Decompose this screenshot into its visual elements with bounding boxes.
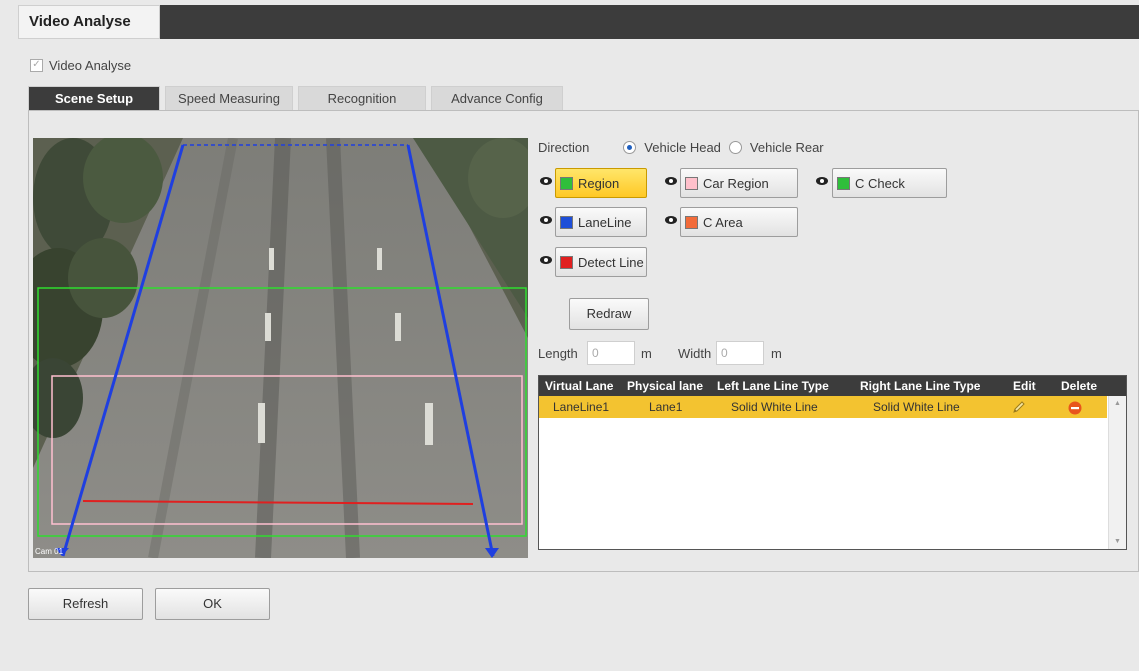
table-header: Virtual Lane Physical lane Left Lane Lin… [539, 376, 1126, 396]
c-area-button[interactable]: C Area [680, 207, 798, 237]
vehicle-rear-radio[interactable] [728, 141, 742, 154]
vehicle-head-label: Vehicle Head [644, 140, 721, 155]
c-check-swatch [837, 176, 850, 190]
edit-pencil-icon[interactable] [1011, 399, 1027, 422]
scroll-up-arrow-icon[interactable]: ▲ [1114, 400, 1121, 407]
car-region-label: Car Region [703, 175, 769, 191]
eye-icon[interactable] [540, 256, 552, 264]
width-unit: m [771, 346, 782, 361]
laneline-swatch [560, 215, 573, 229]
col-right-lane-line-type: Right Lane Line Type [860, 379, 981, 393]
tab-scene-setup[interactable]: Scene Setup [28, 86, 160, 110]
c-check-button[interactable]: C Check [832, 168, 947, 198]
page-title: Video Analyse [18, 5, 160, 39]
tab-advance-config[interactable]: Advance Config [431, 86, 563, 110]
lane-table: Virtual Lane Physical lane Left Lane Lin… [538, 375, 1127, 550]
col-virtual-lane: Virtual Lane [545, 379, 614, 393]
width-label: Width [678, 346, 712, 361]
ok-button[interactable]: OK [155, 588, 270, 620]
direction-label: Direction [538, 140, 590, 155]
vehicle-head-radio[interactable] [623, 141, 637, 154]
road-scene-image [33, 138, 528, 558]
length-label: Length [538, 346, 578, 361]
col-physical-lane: Physical lane [627, 379, 704, 393]
laneline-button[interactable]: LaneLine [555, 207, 647, 237]
region-label: Region [578, 175, 620, 191]
cell-physical-lane: Lane1 [649, 400, 683, 414]
eye-icon[interactable] [665, 177, 677, 185]
table-scrollbar[interactable]: ▲ ▼ [1108, 396, 1126, 549]
car-region-swatch [685, 176, 698, 190]
cell-left-type: Solid White Line [731, 400, 818, 414]
checkbox-check-icon[interactable]: ✓ [30, 59, 43, 72]
col-edit: Edit [1013, 379, 1036, 393]
eye-icon[interactable] [816, 177, 828, 185]
car-region-button[interactable]: Car Region [680, 168, 798, 198]
video-corner-label: Cam 01 [35, 547, 64, 556]
refresh-button[interactable]: Refresh [28, 588, 143, 620]
laneline-label: LaneLine [578, 214, 632, 230]
detect-line-label: Detect Line [578, 254, 644, 270]
video-analyse-label: Video Analyse [49, 58, 132, 73]
title-bar: Video Analyse [18, 5, 1139, 39]
c-area-swatch [685, 215, 698, 229]
cell-right-type: Solid White Line [873, 400, 960, 414]
direction-selector: Direction Vehicle Head Vehicle Rear [538, 140, 824, 155]
width-input[interactable]: 0 [716, 341, 764, 365]
eye-icon[interactable] [540, 177, 552, 185]
c-area-label: C Area [703, 214, 743, 230]
length-input[interactable]: 0 [587, 341, 635, 365]
scroll-down-arrow-icon[interactable]: ▼ [1114, 538, 1121, 545]
region-swatch [560, 176, 573, 190]
eye-icon[interactable] [665, 216, 677, 224]
delete-minus-icon[interactable] [1068, 400, 1082, 422]
c-check-label: C Check [855, 175, 905, 191]
col-left-lane-line-type: Left Lane Line Type [717, 379, 829, 393]
vehicle-rear-label: Vehicle Rear [749, 140, 824, 155]
cell-virtual-lane: LaneLine1 [553, 400, 610, 414]
length-unit: m [641, 346, 652, 361]
tab-bar: Scene Setup Speed Measuring Recognition … [28, 86, 563, 110]
eye-icon[interactable] [540, 216, 552, 224]
redraw-button[interactable]: Redraw [569, 298, 649, 330]
video-preview[interactable]: Cam 01 [33, 138, 528, 558]
table-row[interactable]: LaneLine1 Lane1 Solid White Line Solid W… [539, 396, 1107, 418]
tab-recognition[interactable]: Recognition [298, 86, 426, 110]
region-button[interactable]: Region [555, 168, 647, 198]
col-delete: Delete [1061, 379, 1098, 393]
video-analyse-checkbox[interactable]: ✓ Video Analyse [30, 58, 131, 73]
detect-line-swatch [560, 255, 573, 269]
detect-line-button[interactable]: Detect Line [555, 247, 647, 277]
tab-speed-measuring[interactable]: Speed Measuring [165, 86, 293, 110]
